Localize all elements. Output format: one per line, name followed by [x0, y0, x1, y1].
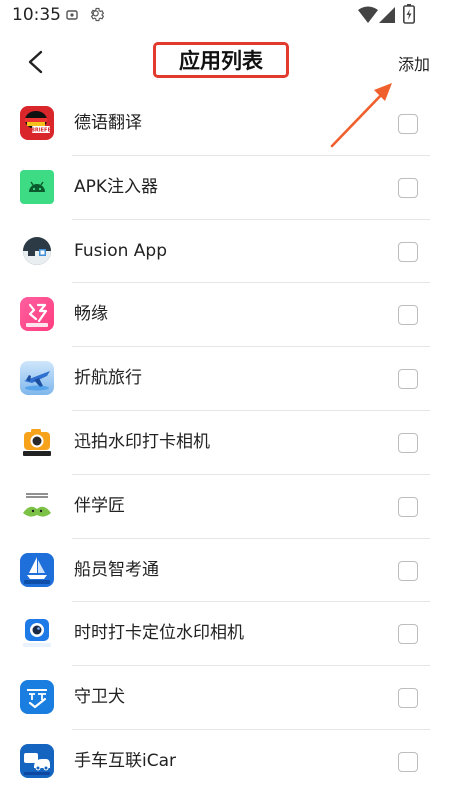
app-checkbox[interactable]	[398, 496, 418, 517]
status-time: 10:35	[12, 5, 61, 25]
list-item[interactable]: 畅缘	[0, 283, 450, 348]
wifi-icon	[358, 6, 378, 23]
location-camera-app-icon	[20, 616, 54, 651]
app-name: 折航旅行	[74, 368, 142, 389]
app-name: 手车互联iCar	[74, 750, 176, 771]
app-checkbox[interactable]	[398, 305, 418, 326]
app-name: Fusion App	[74, 240, 167, 261]
app-checkbox[interactable]	[398, 688, 418, 709]
sailor-exam-app-icon	[20, 552, 54, 587]
list-item[interactable]: 时时打卡定位水印相机	[0, 602, 450, 667]
list-item[interactable]: 迅拍水印打卡相机	[0, 411, 450, 475]
back-button[interactable]	[18, 44, 54, 80]
camera-watermark-app-icon	[20, 424, 54, 459]
german-translate-app-icon: BRIEFE	[20, 106, 54, 140]
list-item[interactable]: 折航旅行	[0, 347, 450, 411]
chevron-left-icon	[28, 50, 43, 74]
app-name: 德语翻译	[74, 113, 142, 133]
list-item[interactable]: Fusion App	[0, 220, 450, 284]
settings-icon	[90, 7, 105, 22]
app-name: 船员智考通	[74, 559, 159, 580]
app-checkbox[interactable]	[398, 751, 418, 772]
app-checkbox[interactable]	[398, 624, 418, 645]
changyuan-app-icon	[20, 297, 54, 332]
app-checkbox[interactable]	[398, 177, 418, 198]
app-name: 时时打卡定位水印相机	[74, 623, 244, 644]
notification-icon	[66, 10, 78, 20]
guard-dog-app-icon	[20, 680, 54, 715]
app-list: BRIEFE 德语翻译 APK注入器 Fusion App 畅缘 折航旅行 迅拍…	[0, 92, 450, 794]
zhehang-travel-app-icon	[20, 361, 54, 396]
app-checkbox[interactable]	[398, 241, 418, 262]
add-button[interactable]: 添加	[398, 51, 430, 75]
icar-app-icon	[20, 743, 54, 778]
list-item[interactable]: 守卫犬	[0, 666, 450, 730]
svg-text:BRIEFE: BRIEFE	[31, 128, 51, 134]
app-name: 迅拍水印打卡相机	[74, 431, 210, 452]
fusion-app-icon	[20, 233, 54, 268]
page-title: 应用列表	[153, 42, 289, 78]
signal-icon	[379, 7, 395, 23]
app-checkbox[interactable]	[398, 560, 418, 581]
battery-icon	[403, 4, 415, 24]
app-name: APK注入器	[74, 176, 159, 197]
app-name: 伴学匠	[74, 495, 125, 516]
app-checkbox[interactable]	[398, 369, 418, 390]
app-name: 畅缘	[74, 304, 108, 325]
app-checkbox[interactable]	[398, 114, 418, 134]
list-item[interactable]: BRIEFE 德语翻译	[0, 92, 450, 156]
list-item[interactable]: 船员智考通	[0, 539, 450, 603]
banxuejiang-app-icon	[20, 488, 54, 523]
status-bar: 10:35	[0, 0, 450, 32]
list-item[interactable]: 伴学匠	[0, 475, 450, 539]
app-name: 守卫犬	[74, 687, 125, 708]
list-item[interactable]: 手车互联iCar	[0, 730, 450, 794]
list-item[interactable]: APK注入器	[0, 156, 450, 220]
app-checkbox[interactable]	[398, 432, 418, 453]
android-apk-app-icon	[20, 169, 54, 204]
